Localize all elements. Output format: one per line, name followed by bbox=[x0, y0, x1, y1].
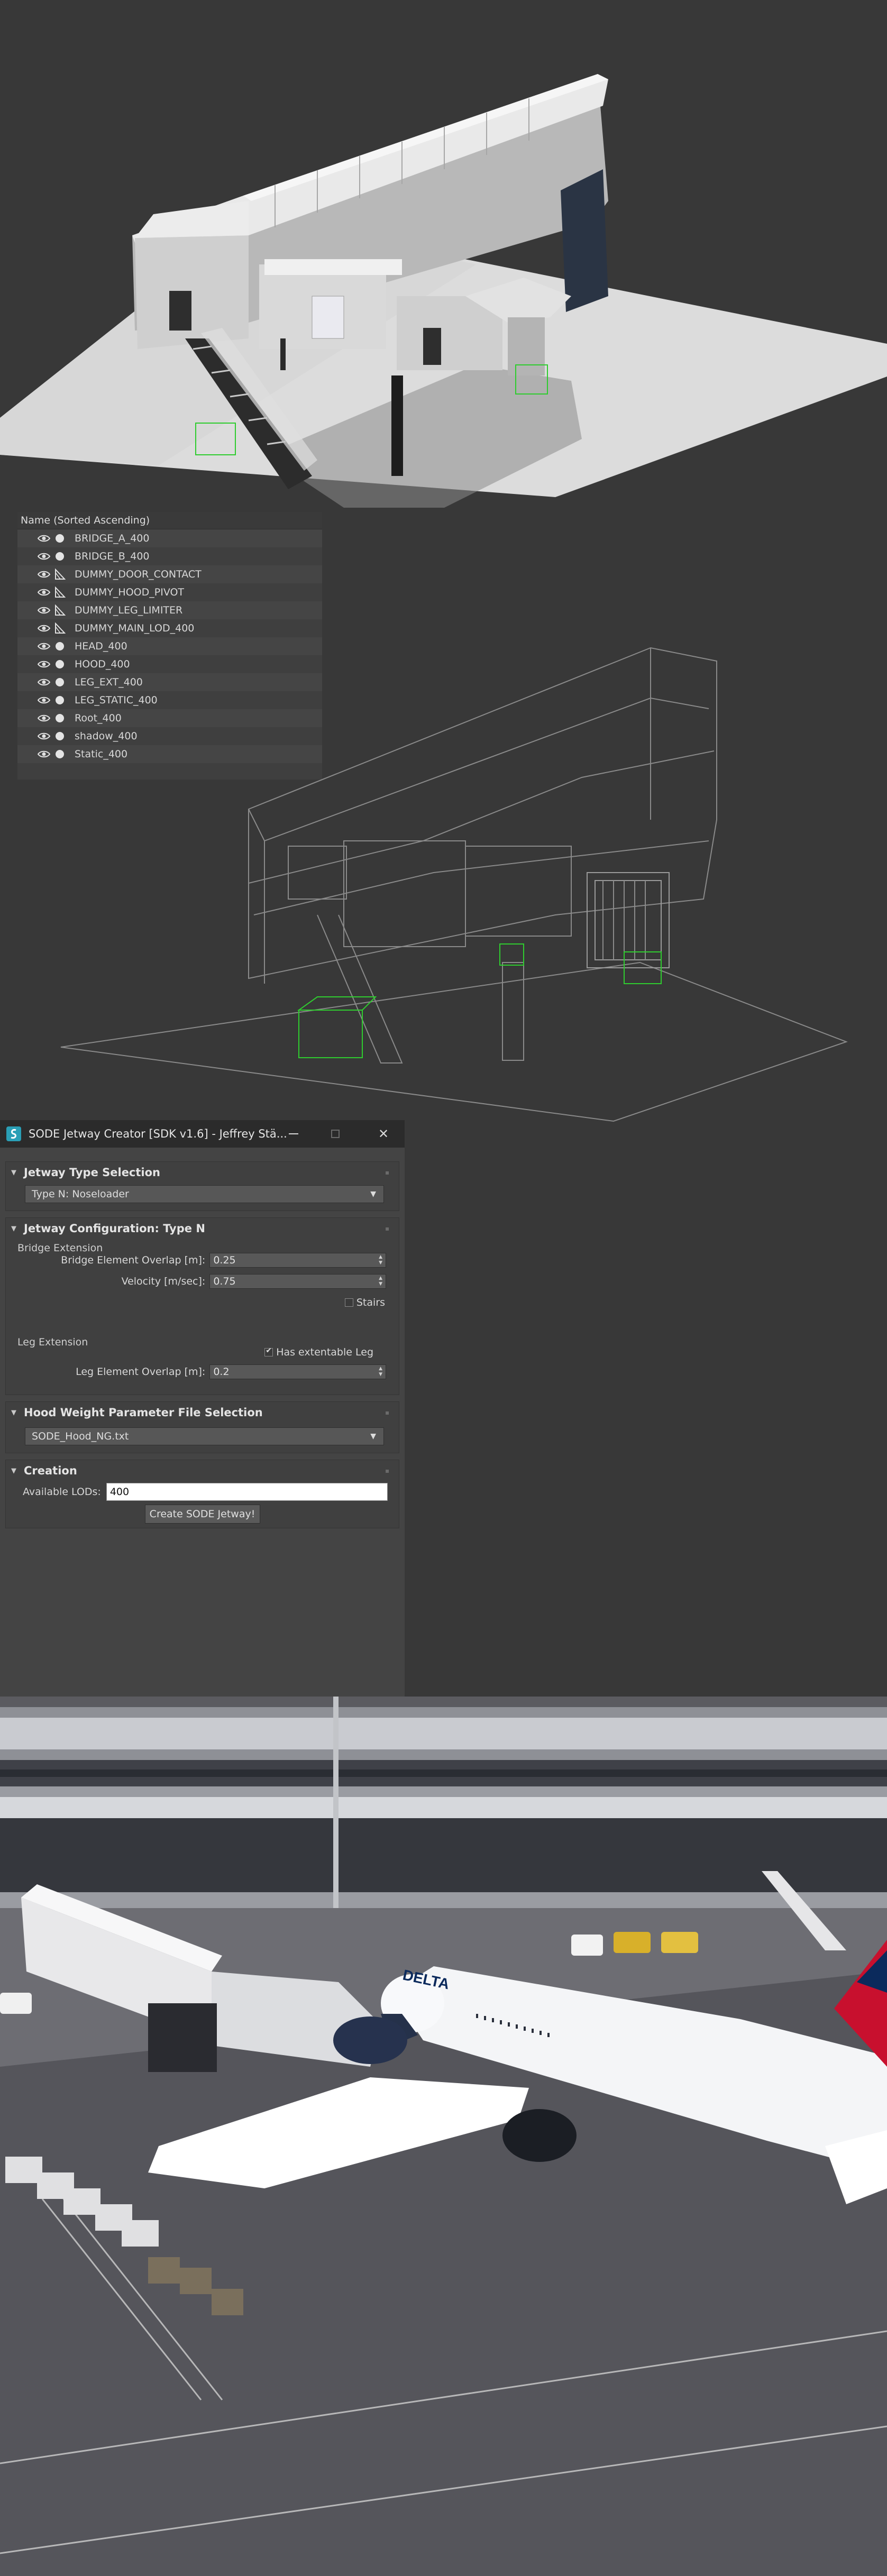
grip-icon: ▪ bbox=[385, 1169, 390, 1176]
field-label: Available LODs: bbox=[23, 1486, 101, 1498]
dialog-title: SODE Jetway Creator [SDK v1.6] - Jeffrey… bbox=[29, 1127, 287, 1140]
spinner-arrows-icon[interactable]: ▲ ▼ bbox=[379, 1366, 382, 1378]
rollout-title: Creation bbox=[24, 1464, 77, 1477]
rollout-header[interactable]: ▼ Jetway Type Selection bbox=[6, 1162, 399, 1183]
velocity-row: Velocity [m/sec]: 0.75 ▲ ▼ bbox=[19, 1271, 386, 1292]
shaded-jetway-viewport bbox=[0, 74, 887, 508]
velocity-spinner[interactable]: 0.75 ▲ ▼ bbox=[209, 1274, 386, 1289]
group-label: Bridge Extension bbox=[17, 1242, 103, 1254]
chevron-down-icon: ▼ bbox=[370, 1432, 376, 1441]
input-value: 400 bbox=[109, 1486, 130, 1498]
rollout-jetway-type: ▼ Jetway Type Selection ▪ Type N: Noselo… bbox=[5, 1161, 399, 1211]
explorer-row[interactable]: BRIDGE_A_400 bbox=[17, 529, 322, 547]
dialog-title-bar[interactable]: SODE Jetway Creator [SDK v1.6] - Jeffrey… bbox=[0, 1120, 405, 1148]
lods-input[interactable]: 400 bbox=[106, 1483, 388, 1501]
minimize-button[interactable] bbox=[273, 1120, 314, 1148]
field-label: Velocity [m/sec]: bbox=[121, 1276, 206, 1287]
visibility-eye-icon[interactable] bbox=[38, 587, 52, 598]
checkbox-label: Has extentable Leg bbox=[276, 1346, 373, 1358]
rollout-hood-weight: ▼ Hood Weight Parameter File Selection ▪… bbox=[5, 1401, 399, 1453]
maximize-icon bbox=[331, 1130, 340, 1138]
explorer-row[interactable]: DUMMY_HOOD_PIVOT bbox=[17, 583, 322, 601]
close-button[interactable]: ✕ bbox=[363, 1120, 404, 1148]
explorer-row-label: DUMMY_HOOD_PIVOT bbox=[75, 586, 185, 598]
jetway-type-dropdown[interactable]: Type N: Noseloader ▼ bbox=[25, 1185, 384, 1203]
rollout-jetway-config: ▼ Jetway Configuration: Type N ▪ Bridge … bbox=[5, 1217, 399, 1395]
explorer-row[interactable]: BRIDGE_B_400 bbox=[17, 547, 322, 565]
create-jetway-button[interactable]: Create SODE Jetway! bbox=[144, 1505, 260, 1524]
dropdown-value: Type N: Noseloader bbox=[32, 1188, 129, 1200]
stairs-checkbox[interactable] bbox=[344, 1298, 353, 1307]
helper-triangle-icon bbox=[53, 568, 66, 581]
visibility-eye-icon[interactable] bbox=[38, 551, 52, 562]
explorer-row-label: BRIDGE_B_400 bbox=[75, 551, 150, 562]
visibility-eye-icon[interactable] bbox=[38, 533, 52, 544]
leg-overlap-spinner[interactable]: 0.2 ▲ ▼ bbox=[209, 1364, 386, 1379]
stairs-row: Stairs bbox=[19, 1292, 386, 1313]
field-label: Leg Element Overlap [m]: bbox=[76, 1366, 206, 1378]
spinner-value: 0.2 bbox=[213, 1366, 230, 1378]
jetway-creator-dialog: SODE Jetway Creator [SDK v1.6] - Jeffrey… bbox=[0, 1120, 405, 1715]
visibility-eye-icon[interactable] bbox=[38, 569, 52, 580]
spinner-value: 0.75 bbox=[213, 1276, 236, 1287]
checkbox-label: Stairs bbox=[356, 1297, 385, 1308]
maximize-button[interactable] bbox=[315, 1120, 355, 1148]
rollout-header[interactable]: ▼ Jetway Configuration: Type N bbox=[6, 1218, 399, 1239]
button-label: Create SODE Jetway! bbox=[149, 1508, 255, 1520]
dropdown-value: SODE_Hood_NG.txt bbox=[32, 1431, 129, 1442]
field-label: Bridge Element Overlap [m]: bbox=[61, 1254, 206, 1266]
spinner-value: 0.25 bbox=[213, 1254, 236, 1266]
explorer-row-label: DUMMY_LEG_LIMITER bbox=[75, 604, 183, 616]
leg-overlap-row: Leg Element Overlap [m]: 0.2 ▲ ▼ bbox=[19, 1363, 386, 1381]
hood-file-dropdown[interactable]: SODE_Hood_NG.txt ▼ bbox=[25, 1427, 384, 1445]
leg-extension-group: Leg Extension Has extentable Leg Leg Ele… bbox=[17, 1336, 386, 1394]
grip-icon: ▪ bbox=[385, 1225, 390, 1232]
group-label: Leg Extension bbox=[17, 1336, 88, 1348]
explorer-row[interactable]: DUMMY_LEG_LIMITER bbox=[17, 601, 322, 619]
rollout-title: Jetway Configuration: Type N bbox=[24, 1222, 205, 1235]
explorer-row-label: DUMMY_DOOR_CONTACT bbox=[75, 569, 202, 580]
spinner-arrows-icon[interactable]: ▲ ▼ bbox=[379, 1276, 382, 1287]
app-icon bbox=[6, 1126, 21, 1141]
collapse-arrow-icon: ▼ bbox=[11, 1168, 16, 1177]
chevron-down-icon: ▼ bbox=[370, 1190, 376, 1198]
minimize-icon bbox=[289, 1133, 298, 1134]
close-icon: ✕ bbox=[378, 1126, 389, 1141]
grip-icon: ▪ bbox=[385, 1409, 390, 1416]
rollout-header[interactable]: ▼ Creation bbox=[6, 1460, 399, 1481]
rollout-title: Hood Weight Parameter File Selection bbox=[24, 1406, 263, 1419]
wireframe-jetway-viewport bbox=[60, 647, 848, 1122]
spinner-arrows-icon[interactable]: ▲ ▼ bbox=[379, 1254, 382, 1266]
sim-airport-screenshot: DELTA bbox=[0, 1697, 887, 2576]
collapse-arrow-icon: ▼ bbox=[11, 1408, 16, 1417]
lods-row: Available LODs: 400 bbox=[23, 1481, 399, 1502]
collapse-arrow-icon: ▼ bbox=[11, 1224, 16, 1233]
bridge-extension-group: Bridge Extension Bridge Element Overlap … bbox=[17, 1242, 386, 1330]
grip-icon: ▪ bbox=[385, 1467, 390, 1474]
extendable-leg-checkbox[interactable] bbox=[264, 1346, 273, 1356]
rollout-creation: ▼ Creation ▪ Available LODs: 400 Create … bbox=[5, 1460, 399, 1528]
geometry-sphere-icon bbox=[53, 532, 66, 545]
helper-triangle-icon bbox=[53, 604, 66, 617]
helper-triangle-icon bbox=[53, 586, 66, 599]
explorer-row[interactable]: DUMMY_DOOR_CONTACT bbox=[17, 565, 322, 583]
rollout-title: Jetway Type Selection bbox=[24, 1166, 160, 1179]
bridge-overlap-spinner[interactable]: 0.25 ▲ ▼ bbox=[209, 1253, 386, 1268]
rollout-header[interactable]: ▼ Hood Weight Parameter File Selection bbox=[6, 1402, 399, 1423]
collapse-arrow-icon: ▼ bbox=[11, 1466, 16, 1475]
geometry-sphere-icon bbox=[53, 550, 66, 563]
explorer-row-label: BRIDGE_A_400 bbox=[75, 533, 150, 544]
visibility-eye-icon[interactable] bbox=[38, 605, 52, 616]
explorer-column-header[interactable]: Name (Sorted Ascending) bbox=[17, 512, 322, 529]
